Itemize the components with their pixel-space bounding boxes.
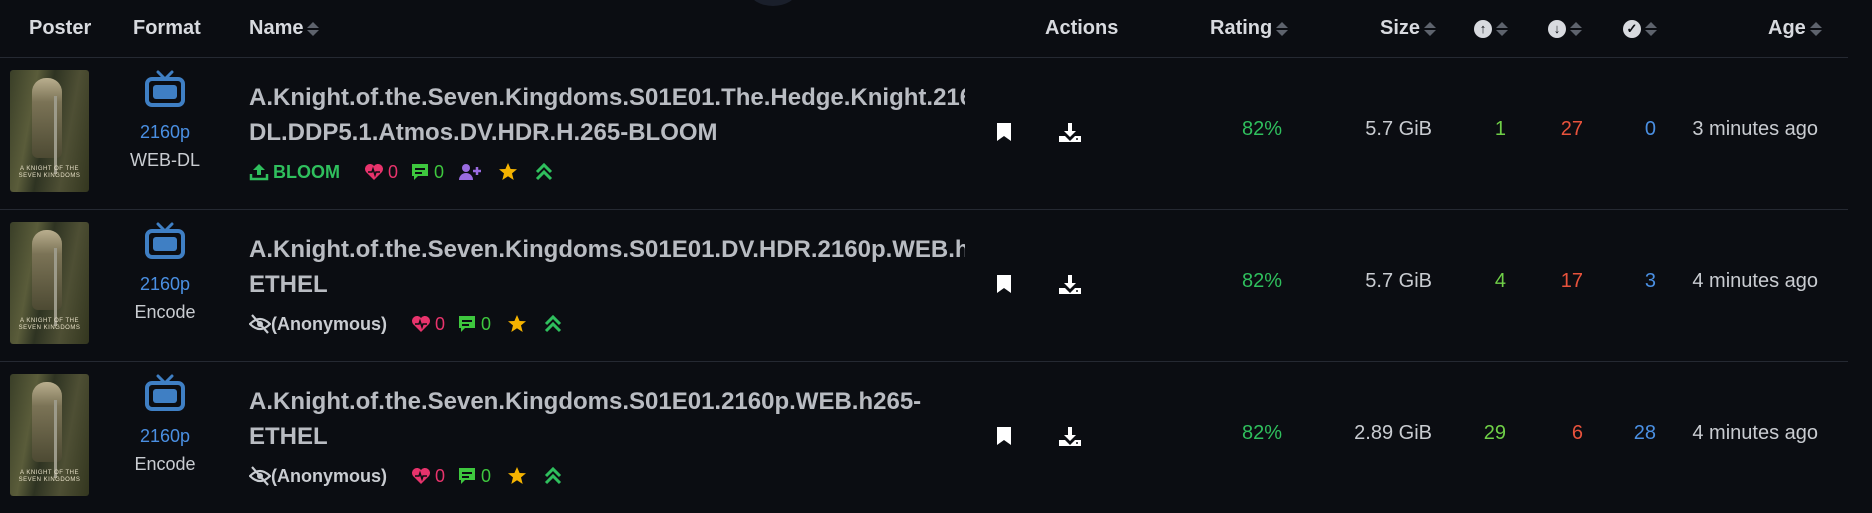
thanks-count[interactable]: 0 bbox=[411, 466, 445, 487]
featured-star-icon bbox=[507, 466, 531, 486]
rating-value: 82% bbox=[1241, 422, 1282, 444]
upload-icon bbox=[249, 164, 269, 181]
rating-value: 82% bbox=[1241, 118, 1282, 140]
completed-count[interactable]: 0 bbox=[1616, 118, 1656, 141]
age-value: 4 minutes ago bbox=[1692, 422, 1818, 444]
type-label: Encode bbox=[134, 454, 196, 474]
size-value: 2.89 GiB bbox=[1354, 422, 1432, 444]
column-header-completed[interactable]: ✓ bbox=[1623, 0, 1657, 57]
resolution-label: 2160p bbox=[139, 274, 191, 294]
tv-icon bbox=[145, 222, 185, 259]
column-header-actions: Actions bbox=[1045, 17, 1119, 39]
table-header: Poster Format Name Actions Rating Size ↑… bbox=[0, 0, 1848, 58]
double-chevron-up-icon bbox=[543, 314, 567, 334]
age-value: 3 minutes ago bbox=[1692, 118, 1818, 140]
uploader-link[interactable]: BLOOM bbox=[249, 162, 340, 183]
comments-count[interactable]: 0 bbox=[410, 162, 444, 183]
resolution-label: 2160p bbox=[139, 426, 191, 446]
torrent-meta: (Anonymous) 0 0 bbox=[249, 312, 567, 336]
bookmark-icon[interactable] bbox=[996, 426, 1012, 446]
leechers-count[interactable]: 17 bbox=[1543, 270, 1583, 293]
comment-icon bbox=[459, 316, 476, 332]
torrent-meta: BLOOM 0 0 bbox=[249, 160, 558, 184]
column-header-seeders[interactable]: ↑ bbox=[1474, 0, 1508, 57]
leechers-count[interactable]: 6 bbox=[1543, 422, 1583, 445]
eye-slash-icon bbox=[249, 466, 271, 486]
column-header-poster: Poster bbox=[29, 17, 92, 39]
poster-image[interactable]: A KNIGHT OF THE SEVEN KINGDOMS bbox=[10, 222, 89, 344]
comment-icon bbox=[412, 164, 429, 180]
sort-icon bbox=[307, 21, 320, 36]
type-label: WEB-DL bbox=[129, 150, 200, 170]
double-chevron-up-icon bbox=[534, 162, 558, 182]
column-header-leechers[interactable]: ↓ bbox=[1548, 0, 1582, 57]
column-header-name[interactable]: Name bbox=[249, 0, 320, 57]
size-value: 5.7 GiB bbox=[1365, 118, 1432, 140]
comment-icon bbox=[459, 468, 476, 484]
uploader-anonymous: (Anonymous) bbox=[249, 314, 387, 335]
comments-count[interactable]: 0 bbox=[457, 466, 491, 487]
featured-star-icon bbox=[498, 162, 522, 182]
double-chevron-up-icon bbox=[543, 466, 567, 486]
seeders-count[interactable]: 4 bbox=[1466, 270, 1506, 293]
sort-icon bbox=[1496, 21, 1508, 36]
request-user-icon bbox=[458, 162, 486, 182]
torrent-name-link[interactable]: A.Knight.of.the.Seven.Kingdoms.S01E01.21… bbox=[249, 384, 965, 454]
column-header-rating[interactable]: Rating bbox=[1210, 0, 1289, 57]
heart-icon bbox=[412, 468, 430, 484]
sort-icon bbox=[1809, 21, 1822, 36]
poster-image[interactable]: A KNIGHT OF THE SEVEN KINGDOMS bbox=[10, 70, 89, 192]
table-row: A KNIGHT OF THE SEVEN KINGDOMS 2160p Enc… bbox=[0, 362, 1848, 513]
age-value: 4 minutes ago bbox=[1692, 270, 1818, 292]
arrow-down-circle-icon: ↓ bbox=[1548, 19, 1566, 38]
tv-icon bbox=[145, 70, 185, 107]
thanks-count[interactable]: 0 bbox=[411, 314, 445, 335]
uploader-anonymous: (Anonymous) bbox=[249, 466, 387, 487]
type-label: Encode bbox=[134, 302, 196, 322]
eye-slash-icon bbox=[249, 314, 271, 334]
torrent-meta: (Anonymous) 0 0 bbox=[249, 464, 567, 488]
arrow-up-circle-icon: ↑ bbox=[1474, 19, 1492, 38]
leechers-count[interactable]: 27 bbox=[1543, 118, 1583, 141]
resolution-label: 2160p bbox=[139, 122, 191, 142]
completed-count[interactable]: 3 bbox=[1616, 270, 1656, 293]
rating-value: 82% bbox=[1241, 270, 1282, 292]
comments-count[interactable]: 0 bbox=[457, 314, 491, 335]
sort-icon bbox=[1645, 21, 1657, 36]
thanks-count[interactable]: 0 bbox=[364, 162, 398, 183]
table-row: A KNIGHT OF THE SEVEN KINGDOMS 2160p Enc… bbox=[0, 210, 1848, 362]
column-header-format: Format bbox=[133, 17, 201, 39]
poster-image[interactable]: A KNIGHT OF THE SEVEN KINGDOMS bbox=[10, 374, 89, 496]
seeders-count[interactable]: 1 bbox=[1466, 118, 1506, 141]
sort-icon bbox=[1424, 21, 1437, 36]
download-icon[interactable] bbox=[1058, 274, 1082, 296]
column-header-size[interactable]: Size bbox=[1380, 0, 1437, 57]
bookmark-icon[interactable] bbox=[996, 274, 1012, 294]
check-circle-icon: ✓ bbox=[1623, 19, 1641, 38]
completed-count[interactable]: 28 bbox=[1616, 422, 1656, 445]
download-icon[interactable] bbox=[1058, 426, 1082, 448]
torrent-name-link[interactable]: A.Knight.of.the.Seven.Kingdoms.S01E01.DV… bbox=[249, 232, 965, 302]
download-icon[interactable] bbox=[1058, 122, 1082, 144]
featured-star-icon bbox=[507, 314, 531, 334]
sort-icon bbox=[1570, 21, 1582, 36]
torrent-name-link[interactable]: A.Knight.of.the.Seven.Kingdoms.S01E01.Th… bbox=[249, 80, 965, 150]
sort-icon bbox=[1276, 21, 1289, 36]
tv-icon bbox=[145, 374, 185, 411]
seeders-count[interactable]: 29 bbox=[1466, 422, 1506, 445]
bookmark-icon[interactable] bbox=[996, 122, 1012, 142]
heart-icon bbox=[412, 316, 430, 332]
table-row: A KNIGHT OF THE SEVEN KINGDOMS 2160p WEB… bbox=[0, 58, 1848, 210]
heart-icon bbox=[365, 164, 383, 180]
size-value: 5.7 GiB bbox=[1365, 270, 1432, 292]
column-header-age[interactable]: Age bbox=[1768, 0, 1822, 57]
